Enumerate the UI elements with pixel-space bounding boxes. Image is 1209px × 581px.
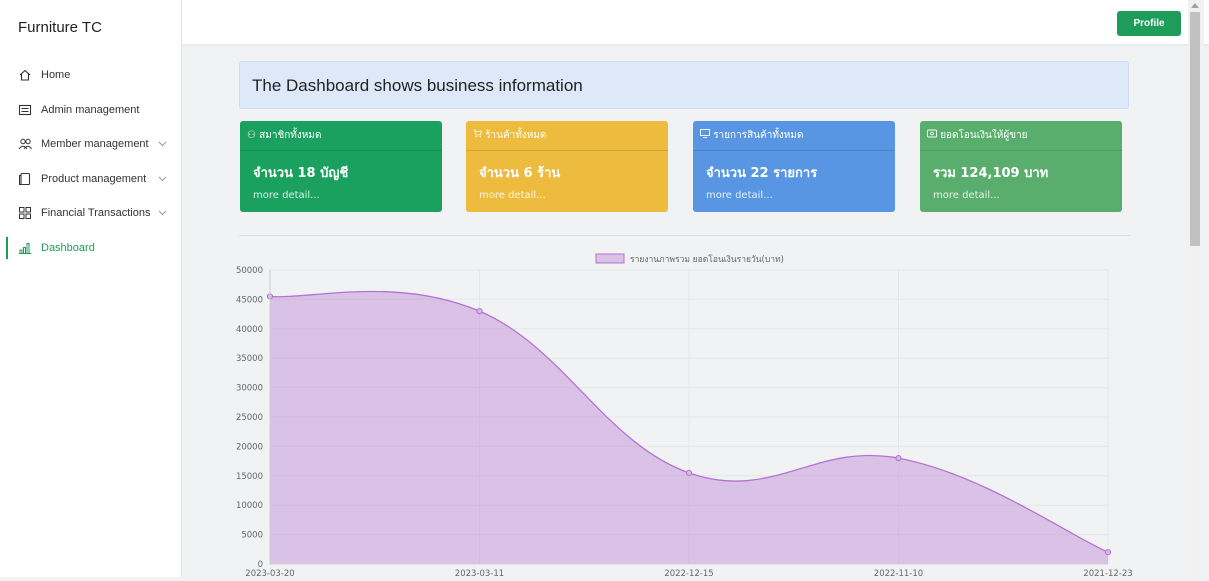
more-detail-link[interactable]: more detail... [920,190,1122,201]
sidebar-item-label: Admin management [41,103,140,116]
y-tick-label: 10000 [236,501,263,511]
sidebar-item-admin-management[interactable]: Admin management [0,93,181,128]
y-tick-label: 30000 [236,384,263,394]
more-detail-link[interactable]: more detail... [466,190,668,201]
y-tick-label: 35000 [236,354,263,364]
chart-container: 0 5000 10000 15000 20000 25000 30000 35000 40000… [210,246,1150,579]
legend-swatch [595,253,625,264]
stat-card-members: ⚇ สมาชิกทั้งหมด จำนวน 18 บัญชี more deta… [240,121,442,212]
sidebar-item-label: Dashboard [41,241,95,254]
chevron-down-icon[interactable] [158,174,167,186]
y-tick-label: 50000 [236,266,263,276]
data-point [685,469,693,476]
sidebar-item-member-management[interactable]: Member management [0,127,181,162]
x-tick-label: 2023-03-20 [245,569,294,577]
box-icon [18,172,32,186]
stat-card-header: ยอดโอนเงินให้ผู้ขาย [920,121,1122,151]
data-point [895,455,902,462]
stat-card-products: รายการสินค้าทั้งหมด จำนวน 22 รายการ more… [693,121,895,212]
sidebar-item-label: Financial Transactions [41,207,151,220]
legend-label: รายงานภาพรวม ยอดโอนเงินรายวัน(บาท) [630,254,784,265]
y-tick-label: 15000 [236,472,263,482]
sidebar-item-product-management[interactable]: Product management [0,162,181,197]
section-divider [239,235,1131,236]
sidebar-item-label: Product management [41,172,147,185]
stat-card-transfers: ยอดโอนเงินให้ผู้ขาย รวม 124,109 บาท more… [920,121,1122,212]
x-tick-label: 2022-12-15 [664,569,713,577]
top-bar [182,0,1209,44]
stat-card-value: จำนวน 18 บัญชี [253,166,349,181]
sidebar-item-dashboard[interactable]: Dashboard [0,231,181,266]
stat-card-shops: ร้านค้าทั้งหมด จำนวน 6 ร้าน more detail.… [466,121,668,212]
y-tick-label: 20000 [236,442,263,452]
home-icon [18,68,32,82]
x-tick-label: 2023-03-11 [455,569,504,577]
sidebar-nav: Home Admin management Member management … [0,58,181,265]
list-icon [18,103,32,117]
x-tick-label: 2021-12-23 [1083,569,1132,577]
stat-card-value: รวม 124,109 บาท [933,166,1049,181]
stat-card-header: รายการสินค้าทั้งหมด [693,121,895,151]
y-tick-label: 45000 [236,295,263,305]
y-tick-label: 40000 [236,325,263,335]
profile-button[interactable]: Profile [1117,11,1181,36]
y-tick-label: 5000 [241,531,263,541]
x-tick-label: 2022-11-10 [874,569,923,577]
data-point [476,308,483,315]
stat-card-header: ⚇ สมาชิกทั้งหมด [240,121,442,151]
data-point [1104,549,1112,556]
more-detail-link[interactable]: more detail... [240,190,442,201]
users-icon: ⚇ [247,130,256,141]
sidebar-item-financial-transactions[interactable]: Financial Transactions [0,196,181,231]
chart-legend[interactable]: รายงานภาพรวม ยอดโอนเงินรายวัน(บาท) [595,253,784,265]
sidebar-item-label: Home [41,69,71,82]
stat-card-value: จำนวน 22 รายการ [706,166,818,181]
scrollbar-thumb[interactable] [1190,12,1200,246]
more-detail-link[interactable]: more detail... [693,190,895,201]
grid-icon [18,206,32,220]
area-chart: 0500010000150002000025000300003500040000… [236,253,1133,579]
scroll-up-arrow-icon[interactable] [1191,3,1199,8]
wallet-icon [927,129,940,141]
sidebar: Furniture TC Home Admin management Membe… [0,0,182,577]
chevron-down-icon[interactable] [158,208,167,220]
bar-chart-icon [18,241,32,255]
y-tick-label: 25000 [236,413,263,423]
stat-card-header: ร้านค้าทั้งหมด [466,121,668,151]
monitor-icon [700,129,713,141]
brand-title: Furniture TC [18,19,102,36]
sidebar-item-label: Member management [41,138,149,151]
cart-icon [473,129,485,141]
page-title: The Dashboard shows business information [239,61,1129,109]
stat-card-value: จำนวน 6 ร้าน [479,166,561,181]
chevron-down-icon[interactable] [158,139,167,151]
users-icon [18,137,32,151]
sidebar-item-home[interactable]: Home [0,58,181,93]
